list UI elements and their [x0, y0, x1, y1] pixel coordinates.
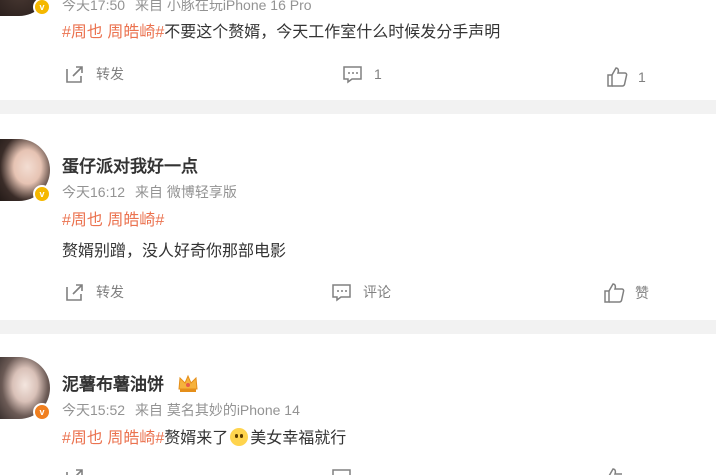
share-arrow-icon [66, 284, 83, 301]
post-text: #周也 周皓崎#不要这个赘婿，今天工作室什么时候发分手声明 [62, 18, 500, 42]
share-arrow-icon [66, 469, 83, 475]
post-meta: 今天16:12 来自 微博轻享版 [62, 182, 243, 202]
thumbs-up-icon [608, 468, 622, 475]
comment-button[interactable]: 评论 [331, 282, 391, 302]
like-button[interactable]: 赞 [603, 282, 649, 304]
comment-bubble-icon [343, 66, 362, 84]
comment-count: 1 [374, 66, 382, 82]
user-name[interactable]: 蛋仔派对我好一点 [62, 152, 198, 177]
post-body: 赘婿来了 [164, 430, 229, 447]
avatar[interactable]: v [0, 357, 51, 421]
repost-label: 转发 [96, 284, 124, 300]
like-button[interactable] [603, 467, 635, 475]
post-meta: 今天17:50 来自 小豚在玩iPhone 16 Pro [62, 0, 318, 15]
post-meta: 今天15:52 来自 莫名其妙的iPhone 14 [62, 400, 306, 420]
avatar[interactable]: v [0, 0, 51, 16]
crying-face-emoji-icon [230, 428, 249, 446]
comment-bubble-icon [332, 284, 351, 302]
divider [0, 320, 716, 334]
like-button[interactable]: 1 [606, 66, 646, 88]
verified-v-badge-icon: v [33, 403, 51, 421]
post-body-continued: 美女幸福就行 [250, 430, 347, 447]
action-bar: 转发 评论 赞 [0, 282, 716, 306]
repost-label: 转发 [96, 66, 124, 82]
divider [0, 100, 716, 114]
post-3: v 泥薯布薯油饼 今天15:52 来自 莫名其妙的iPhone 14 #周也 周… [0, 334, 716, 475]
share-arrow-icon [66, 66, 83, 83]
action-bar: 转发 1 1 [0, 64, 716, 88]
action-bar [0, 467, 716, 475]
post-source: 来自 小豚在玩iPhone 16 Pro [134, 0, 312, 13]
weibo-comment-feed: v 今天17:50 来自 小豚在玩iPhone 16 Pro #周也 周皓崎#不… [0, 0, 716, 475]
post-time: 今天17:50 [62, 0, 126, 13]
verified-v-badge-icon: v [33, 0, 51, 16]
post-source: 来自 莫名其妙的iPhone 14 [134, 402, 300, 418]
verified-v-badge-icon: v [33, 185, 51, 203]
thumbs-up-icon [604, 283, 625, 303]
hashtag-link[interactable]: #周也 周皓崎# [62, 430, 164, 447]
like-label: 赞 [635, 285, 649, 301]
repost-button[interactable] [64, 467, 96, 475]
hashtag-link[interactable]: #周也 周皓崎# [62, 24, 164, 41]
post-text: #周也 周皓崎#赘婿来了 美女幸福就行 [62, 424, 346, 448]
comment-button[interactable] [331, 467, 363, 475]
hashtag-line: #周也 周皓崎# [62, 206, 164, 230]
post-2: v 蛋仔派对我好一点 今天16:12 来自 微博轻享版 #周也 周皓崎# 赘婿别… [0, 114, 716, 320]
crown-icon [178, 374, 198, 392]
post-time: 今天15:52 [62, 402, 126, 418]
repost-button[interactable]: 转发 [64, 282, 124, 302]
user-name-label: 泥薯布薯油饼 [62, 375, 164, 394]
repost-button[interactable]: 转发 [64, 64, 124, 84]
comment-label: 评论 [363, 284, 391, 300]
like-count: 1 [638, 69, 646, 85]
avatar[interactable]: v [0, 139, 51, 203]
post-source: 来自 微博轻享版 [134, 184, 237, 200]
user-name[interactable]: 泥薯布薯油饼 [62, 370, 199, 395]
thumbs-up-icon [607, 67, 628, 87]
comment-bubble-icon [332, 469, 351, 475]
comment-button[interactable]: 1 [342, 64, 382, 84]
post-body: 不要这个赘婿，今天工作室什么时候发分手声明 [164, 24, 501, 41]
post-time: 今天16:12 [62, 184, 126, 200]
post-1: v 今天17:50 来自 小豚在玩iPhone 16 Pro #周也 周皓崎#不… [0, 0, 716, 100]
hashtag-link[interactable]: #周也 周皓崎# [62, 212, 164, 229]
post-text: 赘婿别蹭，没人好奇你那部电影 [62, 243, 287, 260]
